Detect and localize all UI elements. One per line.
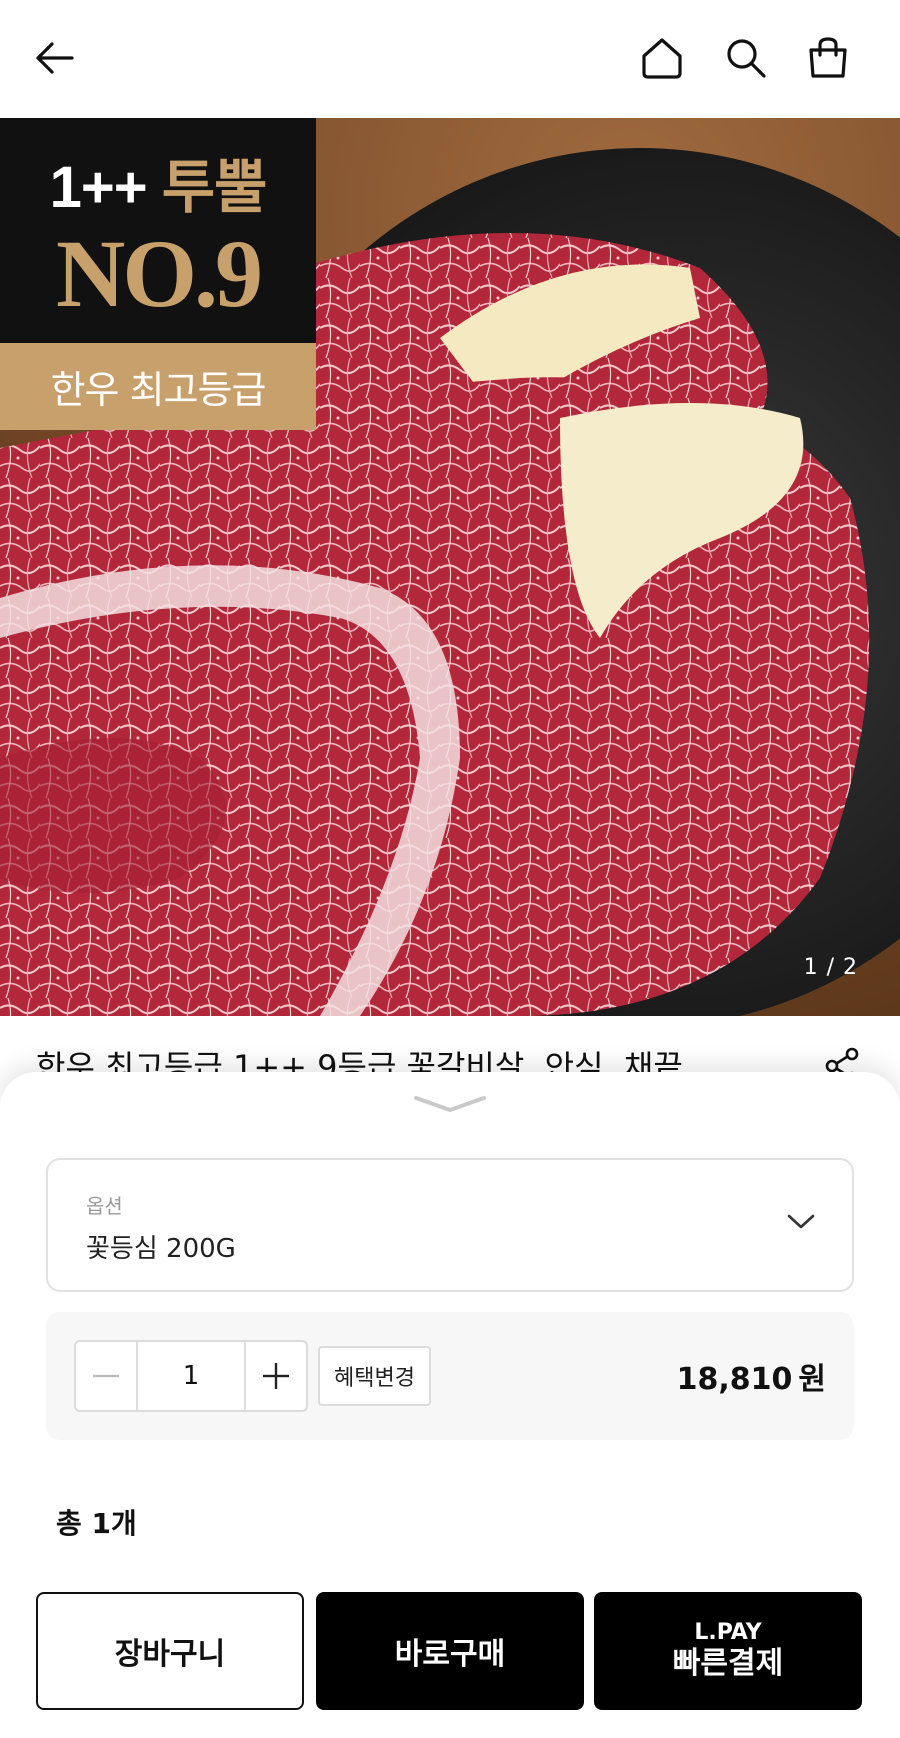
buy-now-button[interactable]: 바로구매 [316, 1592, 584, 1710]
buy-now-label: 바로구매 [394, 1637, 506, 1672]
add-to-cart-label: 장바구니 [114, 1637, 226, 1672]
home-icon[interactable] [634, 30, 690, 86]
price-currency: 원 [798, 1362, 826, 1397]
add-to-cart-button[interactable]: 장바구니 [36, 1592, 304, 1710]
quantity-value[interactable]: 1 [136, 1342, 246, 1410]
quantity-stepper: 1 [74, 1340, 308, 1412]
back-arrow-icon[interactable] [26, 30, 82, 86]
option-selected-value: 꽃등심 200G [86, 1234, 236, 1264]
badge-grade-number: 1++ [49, 154, 148, 220]
search-icon[interactable] [718, 30, 774, 86]
top-nav-bar [0, 0, 900, 118]
quick-pay-label: 빠른결제 [672, 1646, 784, 1682]
option-bottom-sheet: 옵션 꽃등심 200G 1 혜택변경 18,810 원 총 1개 장바구니 바로구… [0, 1072, 900, 1738]
lpay-quick-pay-button[interactable]: L.PAY 빠른결제 [594, 1592, 862, 1710]
badge-grade-word: 투뿔 [161, 154, 268, 220]
badge-grade-text: 1++ 투뿔 [49, 140, 268, 224]
product-title: 한우 최고등급 1++ 9등급 꽃갈비살, 안심, 채끝 [36, 1048, 683, 1076]
change-benefit-button[interactable]: 혜택변경 [318, 1346, 431, 1406]
increase-quantity-button[interactable] [246, 1342, 306, 1410]
product-image-carousel[interactable]: 1++ 투뿔 NO.9 한우 최고등급 1 / 2 [0, 118, 900, 1016]
option-label: 옵션 [86, 1194, 123, 1218]
total-count: 총 1개 [56, 1507, 137, 1540]
badge-subtitle: 한우 최고등급 [0, 343, 316, 430]
badge-top: 1++ 투뿔 NO.9 [0, 118, 316, 343]
option-select[interactable]: 옵션 꽃등심 200G [46, 1158, 854, 1292]
product-title-row: 한우 최고등급 1++ 9등급 꽃갈비살, 안심, 채끝 [0, 1016, 900, 1076]
selected-item-panel: 1 혜택변경 18,810 원 [46, 1312, 854, 1440]
item-price: 18,810 원 [677, 1354, 826, 1398]
price-amount: 18,810 [676, 1362, 793, 1397]
image-pager-indicator: 1 / 2 [803, 955, 858, 980]
sheet-collapse-handle-icon[interactable] [412, 1094, 488, 1120]
badge-rank-text: NO.9 [56, 219, 263, 327]
grade-badge: 1++ 투뿔 NO.9 한우 최고등급 [0, 118, 316, 430]
decrease-quantity-button[interactable] [76, 1342, 136, 1410]
shopping-bag-icon[interactable] [800, 30, 856, 86]
chevron-down-icon [786, 1212, 816, 1236]
lpay-label: L.PAY [694, 1619, 762, 1645]
